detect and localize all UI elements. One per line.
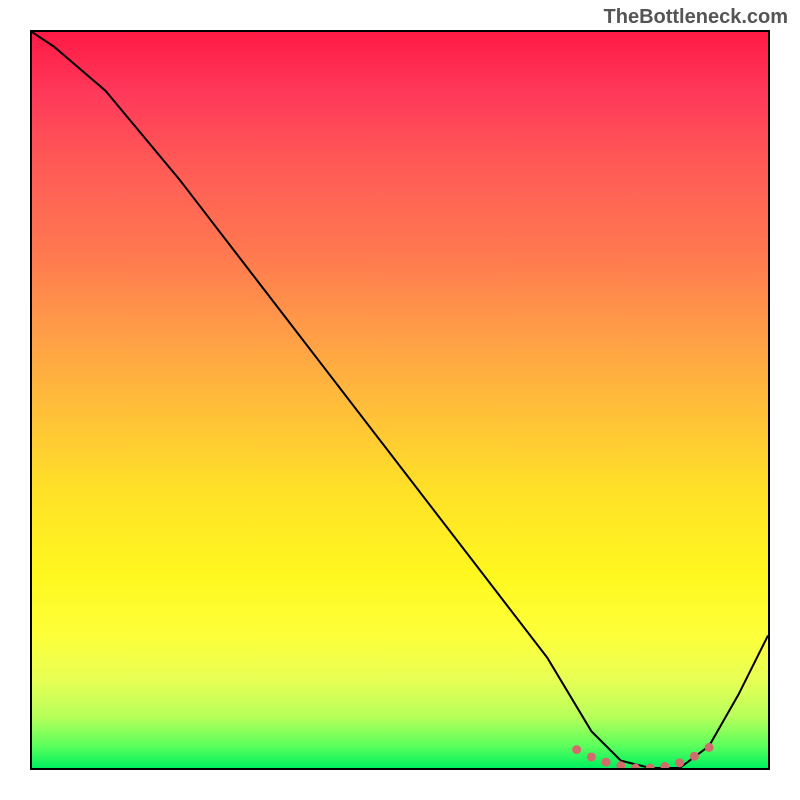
highlight-dot [646, 764, 655, 768]
watermark-text: TheBottleneck.com [604, 6, 788, 29]
chart-svg-layer [32, 32, 768, 768]
highlight-dots-group [572, 743, 713, 768]
curve-path [32, 32, 768, 768]
highlight-dot [705, 743, 714, 752]
highlight-dot [602, 758, 611, 767]
chart-plot-area [30, 30, 770, 770]
highlight-dot [587, 752, 596, 761]
black-curve-line [32, 32, 768, 768]
highlight-dot [572, 745, 581, 754]
highlight-dot [675, 758, 684, 767]
highlight-dot [690, 752, 699, 761]
highlight-dot [660, 762, 669, 768]
